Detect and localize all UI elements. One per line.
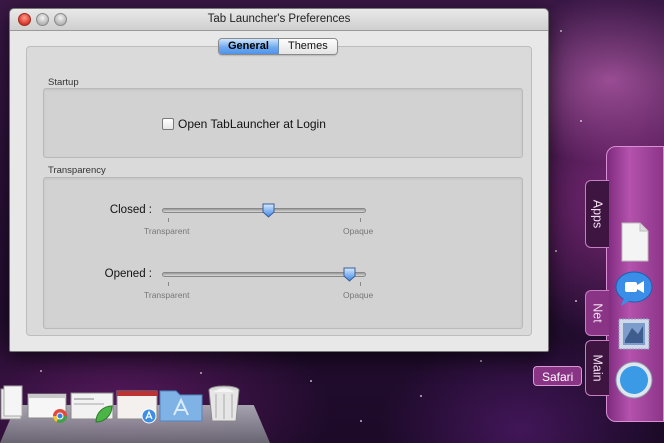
- chrome-icon[interactable]: [52, 408, 68, 424]
- opened-max-label: Opaque: [343, 290, 374, 300]
- tab-general[interactable]: General: [219, 39, 279, 54]
- closed-max-label: Opaque: [343, 226, 374, 236]
- closed-tick-max: [360, 218, 361, 222]
- opened-slider-label: Opened :: [104, 268, 152, 280]
- launcher-tab-main[interactable]: Main: [585, 340, 609, 396]
- mail-stamp-icon[interactable]: [616, 316, 652, 352]
- startup-group: Open TabLauncher at Login: [43, 88, 523, 158]
- launcher-tab-net[interactable]: Net: [585, 290, 609, 336]
- closed-slider-thumb[interactable]: [262, 203, 275, 218]
- applications-folder-icon[interactable]: [158, 385, 204, 423]
- preferences-tab-bar: General Themes: [218, 38, 338, 55]
- open-at-login-checkbox[interactable]: [162, 118, 174, 130]
- trash-icon[interactable]: [206, 384, 242, 424]
- safari-icon[interactable]: [614, 360, 654, 400]
- transparency-group-label: Transparency: [48, 165, 106, 176]
- tab-themes[interactable]: Themes: [278, 39, 337, 54]
- preferences-window: Tab Launcher's Preferences General Theme…: [9, 8, 549, 352]
- opened-tick-min: [168, 282, 169, 286]
- title-bar[interactable]: Tab Launcher's Preferences: [10, 9, 548, 31]
- launcher-tab-apps-label: Apps: [590, 199, 605, 229]
- open-at-login-label: Open TabLauncher at Login: [178, 117, 326, 131]
- safari-tooltip: Safari: [533, 366, 583, 386]
- launcher-tab-main-label: Main: [590, 354, 605, 382]
- opened-slider-thumb[interactable]: [343, 267, 356, 282]
- closed-slider-label: Closed :: [109, 204, 152, 216]
- startup-group-label: Startup: [48, 77, 79, 88]
- opened-slider-track[interactable]: [162, 272, 366, 277]
- opened-tick-max: [360, 282, 361, 286]
- window-title: Tab Launcher's Preferences: [207, 13, 351, 25]
- launcher-tab-apps[interactable]: Apps: [585, 180, 609, 248]
- closed-tick-min: [168, 218, 169, 222]
- document-stack-icon[interactable]: [0, 385, 24, 421]
- opened-min-label: Transparent: [144, 290, 190, 300]
- transparency-group: Closed : Transparent Opaque Opened : Tra…: [43, 177, 523, 329]
- closed-min-label: Transparent: [144, 226, 190, 236]
- open-at-login-row[interactable]: Open TabLauncher at Login: [162, 117, 326, 131]
- document-icon[interactable]: [620, 222, 650, 262]
- general-panel: Startup Open TabLauncher at Login Transp…: [26, 46, 532, 336]
- app-store-icon[interactable]: [141, 408, 157, 424]
- leaf-icon[interactable]: [94, 404, 114, 424]
- ichat-icon[interactable]: [614, 270, 654, 308]
- launcher-tab-net-label: Net: [590, 303, 605, 323]
